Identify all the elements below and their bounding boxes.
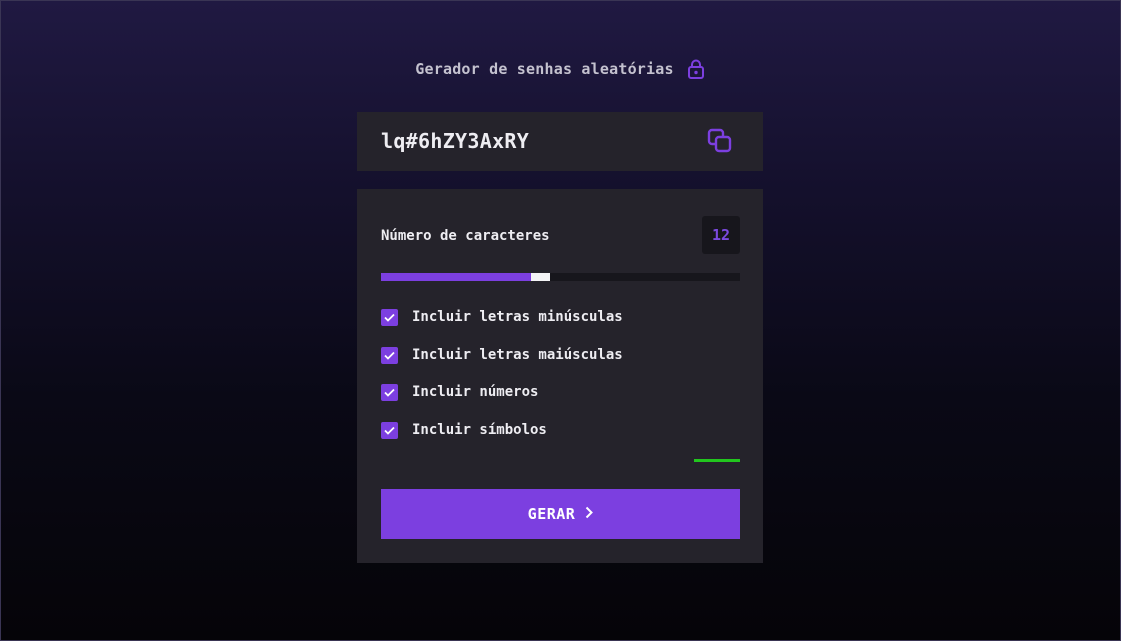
- check-icon: [384, 351, 395, 360]
- length-value: 12: [702, 216, 740, 254]
- chevron-right-icon: [585, 505, 594, 523]
- copy-icon[interactable]: [707, 128, 733, 154]
- slider-fill: [381, 273, 531, 281]
- option-label: Incluir símbolos: [412, 422, 547, 438]
- header: Gerador de senhas aleatórias: [0, 58, 1121, 80]
- check-icon: [384, 313, 395, 322]
- option-uppercase[interactable]: Incluir letras maiúsculas: [381, 346, 623, 364]
- page-title: Gerador de senhas aleatórias: [415, 60, 674, 78]
- option-label: Incluir números: [412, 384, 539, 400]
- option-lowercase[interactable]: Incluir letras minúsculas: [381, 308, 623, 326]
- checkbox-lowercase[interactable]: [381, 308, 398, 326]
- generate-button[interactable]: GERAR: [381, 489, 740, 539]
- option-symbols[interactable]: Incluir símbolos: [381, 421, 547, 439]
- check-icon: [384, 426, 395, 435]
- generate-label: GERAR: [527, 505, 576, 523]
- option-label: Incluir letras maiúsculas: [412, 347, 623, 363]
- strength-indicator: [694, 459, 740, 462]
- option-label: Incluir letras minúsculas: [412, 309, 623, 325]
- option-numbers[interactable]: Incluir números: [381, 383, 538, 401]
- length-slider[interactable]: [381, 273, 740, 281]
- lock-icon: [686, 58, 706, 80]
- password-output: lq#6hZY3AxRY: [381, 129, 530, 153]
- slider-thumb[interactable]: [531, 273, 550, 281]
- password-display: lq#6hZY3AxRY: [357, 112, 763, 171]
- checkbox-symbols[interactable]: [381, 421, 398, 439]
- checkbox-numbers[interactable]: [381, 383, 398, 401]
- checkbox-uppercase[interactable]: [381, 346, 398, 364]
- length-label: Número de caracteres: [381, 228, 550, 244]
- check-icon: [384, 388, 395, 397]
- settings-panel: Número de caracteres 12 Incluir letras m…: [357, 189, 763, 563]
